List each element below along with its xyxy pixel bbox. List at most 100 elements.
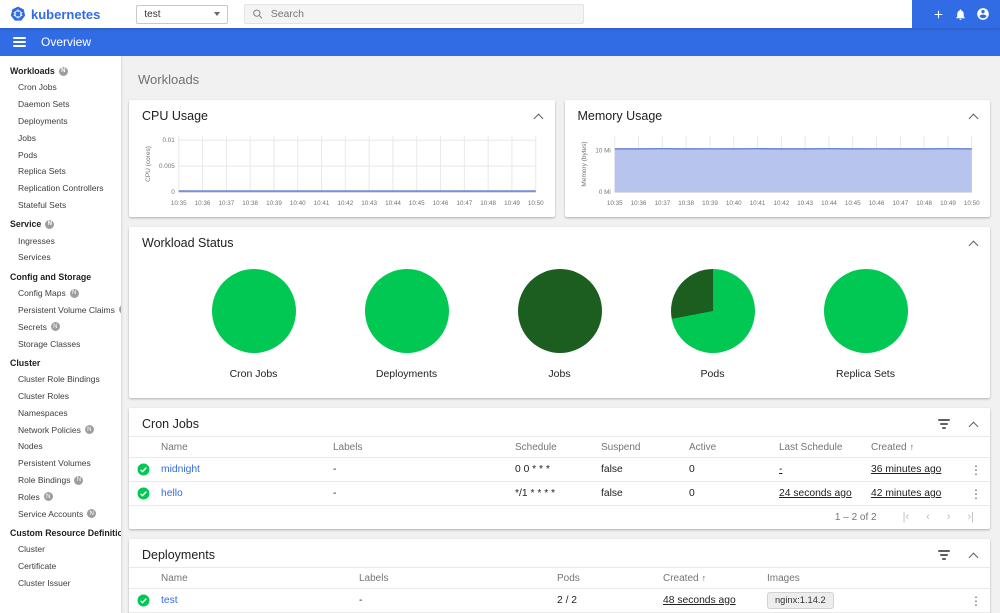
collapse-chevron-up-icon[interactable] — [968, 240, 979, 250]
pie-chart-label: Replica Sets — [836, 368, 895, 380]
menu-button[interactable] — [13, 36, 26, 48]
workload-status-jobs: Jobs — [517, 269, 602, 380]
sidebar-item-cron-jobs[interactable]: Cron Jobs — [0, 79, 121, 96]
svg-text:10:50: 10:50 — [963, 200, 979, 207]
sidebar-item-pods[interactable]: Pods — [0, 146, 121, 163]
sidebar-section-service[interactable]: Service N — [0, 213, 121, 232]
column-header-last-schedule[interactable]: Last Schedule — [779, 442, 871, 453]
sidebar-item-namespaces[interactable]: Namespaces — [0, 405, 121, 422]
pie-chart-replica-sets — [823, 269, 908, 353]
sidebar-section-label: Config and Storage — [10, 271, 92, 282]
sidebar-item-nodes[interactable]: Nodes — [0, 438, 121, 455]
collapse-chevron-up-icon[interactable] — [533, 113, 543, 123]
sidebar-item-roles[interactable]: Roles N — [0, 488, 121, 505]
column-header-created[interactable]: Created ↑ — [871, 442, 958, 453]
row-menu-button[interactable]: ⋮ — [958, 487, 982, 501]
sidebar-item-replica-sets[interactable]: Replica Sets — [0, 163, 121, 180]
sidebar-item-service-accounts[interactable]: Service Accounts N — [0, 505, 121, 522]
nav-title: Overview — [41, 35, 92, 49]
sidebar-item-stateful-sets[interactable]: Stateful Sets — [0, 196, 121, 213]
timestamp: 48 seconds ago — [663, 595, 736, 606]
table-cell: - — [359, 595, 363, 606]
namespaced-badge: N — [69, 288, 79, 298]
sidebar-item-label: Namespaces — [18, 407, 68, 418]
search-box[interactable] — [244, 4, 585, 24]
sidebar-item-network-policies[interactable]: Network Policies N — [0, 421, 121, 438]
search-input[interactable] — [270, 8, 577, 20]
sidebar-item-replication-controllers[interactable]: Replication Controllers — [0, 180, 121, 197]
column-header-labels[interactable]: Labels — [359, 573, 557, 584]
collapse-chevron-up-icon[interactable] — [968, 421, 979, 431]
column-header-images[interactable]: Images — [767, 573, 958, 584]
svg-text:10:42: 10:42 — [773, 200, 789, 207]
sidebar-item-services[interactable]: Services — [0, 249, 121, 266]
notifications-button[interactable] — [954, 8, 967, 21]
sidebar-section-cluster[interactable]: Cluster — [0, 352, 121, 371]
sidebar-item-jobs[interactable]: Jobs — [0, 129, 121, 146]
column-header-pods[interactable]: Pods — [557, 573, 663, 584]
sidebar-item-deployments[interactable]: Deployments — [0, 113, 121, 130]
column-header-name[interactable]: Name — [161, 573, 359, 584]
sidebar-item-config-maps[interactable]: Config Maps N — [0, 285, 121, 302]
status-ok-icon — [137, 463, 161, 476]
status-ok-icon — [137, 594, 161, 607]
svg-text:0.01: 0.01 — [162, 137, 175, 144]
resource-link[interactable]: test — [161, 595, 359, 606]
next-page-button[interactable]: › — [947, 511, 951, 523]
column-header-schedule[interactable]: Schedule — [515, 442, 601, 453]
svg-text:10:37: 10:37 — [218, 200, 234, 207]
pie-chart-label: Pods — [700, 368, 725, 380]
sidebar-section-custom-resource-definitions[interactable]: Custom Resource Definitions — [0, 522, 121, 541]
filter-icon[interactable] — [938, 419, 950, 429]
sidebar-item-certificate[interactable]: Certificate — [0, 558, 121, 575]
sidebar-item-persistent-volume-claims[interactable]: Persistent Volume ClaimsN — [0, 302, 121, 319]
sidebar-item-label: Pods — [18, 149, 38, 160]
column-header-active[interactable]: Active — [689, 442, 779, 453]
first-page-button[interactable]: |‹ — [903, 511, 910, 523]
sidebar-item-persistent-volumes[interactable]: Persistent Volumes — [0, 455, 121, 472]
sidebar-item-cluster[interactable]: Cluster — [0, 541, 121, 558]
previous-page-button[interactable]: ‹ — [926, 511, 930, 523]
svg-text:10:37: 10:37 — [654, 200, 670, 207]
namespace-select[interactable]: test — [136, 4, 229, 24]
table-cell: false — [601, 464, 623, 475]
filter-icon[interactable] — [938, 550, 950, 560]
sidebar-item-storage-classes[interactable]: Storage Classes — [0, 335, 121, 352]
card-title: CPU Usage — [142, 109, 208, 123]
collapse-chevron-up-icon[interactable] — [968, 552, 979, 562]
sidebar-item-secrets[interactable]: Secrets N — [0, 318, 121, 335]
resource-link[interactable]: midnight — [161, 464, 333, 475]
row-menu-button[interactable]: ⋮ — [958, 594, 982, 608]
column-header-suspend[interactable]: Suspend — [601, 442, 689, 453]
sidebar-section-config-and-storage[interactable]: Config and Storage — [0, 266, 121, 285]
cron-jobs-card: Cron Jobs Name Labels Schedule Suspend Activ… — [129, 408, 990, 529]
create-button[interactable] — [932, 8, 945, 21]
column-header-created[interactable]: Created ↑ — [663, 573, 767, 584]
svg-text:10:48: 10:48 — [916, 200, 932, 207]
cpu-usage-card: CPU Usage 0 0.005 0.01 10:35 10:36 10:37 10:38… — [129, 100, 555, 217]
sidebar-item-role-bindings[interactable]: Role Bindings N — [0, 472, 121, 489]
brand[interactable]: kubernetes — [10, 6, 100, 22]
pie-chart-cron-jobs — [211, 269, 296, 353]
sidebar-item-label: Daemon Sets — [18, 99, 70, 110]
sidebar-item-cluster-role-bindings[interactable]: Cluster Role Bindings — [0, 371, 121, 388]
account-button[interactable] — [976, 7, 990, 21]
usage-charts-row: CPU Usage 0 0.005 0.01 10:35 10:36 10:37 10:38… — [129, 100, 990, 227]
sidebar-item-label: Services — [18, 252, 51, 263]
sidebar-item-cluster-roles[interactable]: Cluster Roles — [0, 388, 121, 405]
collapse-chevron-up-icon[interactable] — [968, 113, 979, 123]
sidebar-item-cluster-issuer[interactable]: Cluster Issuer — [0, 575, 121, 592]
column-header-labels[interactable]: Labels — [333, 442, 515, 453]
cpu-usage-chart: 0 0.005 0.01 10:35 10:36 10:37 10:38 10:39 10:40… — [145, 136, 544, 207]
row-menu-button[interactable]: ⋮ — [958, 463, 982, 477]
sidebar-item-label: Cron Jobs — [18, 82, 57, 93]
sidebar-item-settings[interactable]: Settings — [0, 607, 121, 613]
sidebar-item-daemon-sets[interactable]: Daemon Sets — [0, 96, 121, 113]
sidebar-section-workloads[interactable]: Workloads N — [0, 60, 121, 79]
resource-link[interactable]: hello — [161, 488, 333, 499]
sidebar-item-ingresses[interactable]: Ingresses — [0, 232, 121, 249]
column-header-name[interactable]: Name — [161, 442, 333, 453]
sidebar-section-label: Custom Resource Definitions — [10, 527, 121, 538]
last-page-button[interactable]: ›| — [967, 511, 974, 523]
svg-text:10:45: 10:45 — [409, 200, 425, 207]
